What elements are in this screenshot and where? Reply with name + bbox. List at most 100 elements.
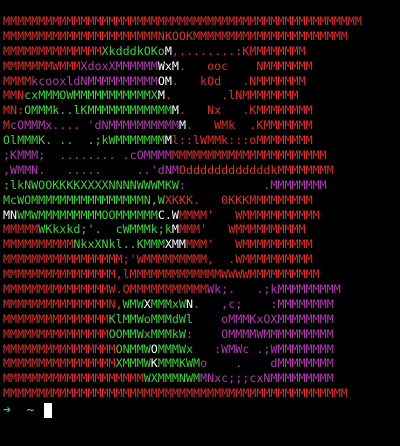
art-segment: MMMMMMMMMMMMMMM bbox=[3, 326, 109, 341]
ascii-art-block: MMMMMMMMMMMMMMMMMMMMMMMMMMMMMMMMMMMMMMMM… bbox=[3, 14, 362, 401]
art-segment: WMWMMMMMMMMMOOMMMMMM bbox=[17, 207, 158, 222]
art-segment: OlMMMK. .. .;kWMMMMMMM bbox=[3, 133, 165, 148]
art-segment: MN: bbox=[3, 103, 25, 118]
art-segment: MMMxW bbox=[150, 296, 186, 311]
art-line: MMNcxMMMOWMMMMMMMMMMMXM. .lNMMMMMMMM bbox=[3, 88, 362, 103]
text-cursor bbox=[44, 403, 53, 418]
art-line: MMMMkcooxldNMMMMMMMMMMOM. kOd .NMMMMMMM bbox=[3, 74, 362, 89]
art-segment: MMMMMMMMMMMMMMMMM;'WMMMMMMMMM, .WMMMMMMM… bbox=[3, 252, 313, 267]
art-segment: cxMMMOWMMMMMMMMMMMX bbox=[24, 88, 158, 103]
art-segment: MMN bbox=[3, 88, 25, 103]
terminal-window[interactable]: MMMMMMMMMMMMMMMMMMMMMMMMMMMMMMMMMMMMMMMM… bbox=[0, 0, 400, 446]
art-line: McOMMMx.... 'dNMMMMMMMMMMM. WMk .KMMMMMM… bbox=[3, 118, 362, 133]
art-segment: M bbox=[164, 43, 172, 58]
art-segment: MMMM' WMMMMMMMMMMM bbox=[178, 207, 320, 222]
art-segment: XdoxXMMMMMM bbox=[80, 58, 158, 73]
art-segment: . .lNMMMMMMMM bbox=[164, 88, 299, 103]
art-segment: ,WMMN. ..... ..'dNM bbox=[3, 162, 179, 177]
art-segment: N bbox=[185, 296, 194, 311]
art-segment: MNxc;;;cxNMMMMMMMMM bbox=[200, 371, 334, 386]
art-segment: ,........:KMMMMMMMM bbox=[171, 43, 306, 58]
art-line: MMMMMMMWMMMXdoxXMMMMMMWxM. ooc NMMMMMMM bbox=[3, 59, 362, 74]
art-segment: MMMMMMMMMMMMMMM bbox=[3, 311, 109, 326]
art-segment: WxM bbox=[157, 58, 179, 73]
art-segment: OM bbox=[157, 73, 172, 88]
art-line: MN:OMMMk..lKMMMMMMMMMMMMM. Nx .KMMMMMMMM bbox=[3, 103, 362, 118]
art-segment: MMMMMMMMMM bbox=[3, 237, 74, 252]
art-segment: M bbox=[3, 118, 11, 133]
art-line: OlMMMK. .. .;kWMMMMMMMMl::lWMMk:::oMMMMM… bbox=[3, 133, 362, 148]
art-line: MMMMMMMMMMMMMMMN,WMWXMMMxWN. ,c; :MMMMMM… bbox=[3, 297, 362, 312]
art-segment: XkdddkOKo bbox=[101, 43, 165, 58]
art-segment: MN bbox=[3, 207, 18, 222]
art-segment: XKKK. 0KKKMMMMMMMMM bbox=[164, 192, 313, 207]
shell-prompt[interactable]: ➜ ~ bbox=[3, 402, 53, 419]
art-segment: NkxXNkl..KMMM bbox=[73, 237, 165, 252]
art-segment: M bbox=[157, 88, 165, 103]
art-segment: M bbox=[171, 222, 179, 237]
art-segment: K bbox=[150, 356, 158, 371]
art-segment: KlMMWoMMMdWl bbox=[108, 311, 194, 326]
art-segment: o . dMMMMMMMM bbox=[200, 356, 334, 371]
art-segment: M bbox=[171, 103, 179, 118]
prompt-path: ~ bbox=[26, 403, 35, 418]
art-segment: MMMWx bbox=[157, 341, 194, 356]
art-segment: OddddddddddddkMMMMMMMM bbox=[178, 162, 334, 177]
art-segment: OOMMWxMMMkW bbox=[108, 326, 186, 341]
art-line: MMMMMMMMMMMMMMMMXMMMWKMMMKWMo . dMMMMMMM… bbox=[3, 356, 362, 371]
art-line: MMMMMMMMMMMMMMMMMMMMWXMMMNWMMNxc;;;cxNMM… bbox=[3, 371, 362, 386]
art-segment: M bbox=[164, 133, 172, 148]
art-segment: MMMM bbox=[3, 73, 32, 88]
art-line: MMMMMMMMMMMMMMMMMMMMMMMMMMMMMMMMMMMMMMMM… bbox=[3, 14, 362, 29]
art-line: MMMMMMMMMMMMMMMKlMMWoMMMdWl oMMMKxOXMMMM… bbox=[3, 312, 362, 327]
art-segment: MMMMMMMMMMMMMMMW.OMMMMMMMMMMM bbox=[3, 282, 208, 297]
art-segment: MMMMMMMMMMMMMMMM bbox=[3, 341, 116, 356]
art-segment: WKkxkd;'. cWMMMk;k bbox=[38, 222, 172, 237]
art-segment: McWOMMMMMMMMMMMMMMMMN,W bbox=[3, 192, 165, 207]
art-segment: MMMMMMMMMMMMMMMMMMMMMMMMMMMMMMMMMMMMMMMM… bbox=[3, 14, 362, 28]
art-segment: XMM bbox=[164, 237, 186, 252]
art-segment: X bbox=[143, 296, 151, 311]
art-line: ,WMMN. ..... ..'dNMOddddddddddddkMMMMMMM… bbox=[3, 163, 362, 178]
art-segment: MMMMMMMMMMMMMMMMMMMMMMMMMMMMMMMMMMMMMMMM… bbox=[3, 386, 348, 401]
art-segment: MMMKWM bbox=[157, 356, 201, 371]
art-segment: : OMMMMWMMMMMMMMMM bbox=[185, 326, 334, 341]
art-line: MMMMMMMMMMMMMMMM,lMMMMMMMMMMMMMWWWWMMMMM… bbox=[3, 267, 362, 282]
art-segment: : .MMMMMMMM bbox=[178, 177, 327, 192]
art-segment: . WMk .KMMMMMMM bbox=[185, 118, 313, 133]
art-segment: M bbox=[178, 118, 186, 133]
art-line: MMMMMMMMMMMMMMMW.OMMMMMMMMMMMWk;. .;kMMM… bbox=[3, 282, 362, 297]
art-line: :lkNWOOKKKKXXXXNNNNWWWMKW: .MMMMMMMM bbox=[3, 178, 362, 193]
art-segment: :lkNWOOKKKKXXXXNNNNWWWMKW bbox=[3, 177, 179, 192]
art-segment: C.W bbox=[157, 207, 179, 222]
art-line: ;KMMM; ........ .cOMMMMMMMMMMMMMMMMMMMMM… bbox=[3, 148, 362, 163]
art-line: MMMMMMMMMMMMMMMMONMMWOMMMWx :WMWc .;WMMM… bbox=[3, 342, 362, 357]
art-segment: MMM' WMMMMMMMMMM bbox=[178, 222, 306, 237]
art-line: McWOMMMMMMMMMMMMMMMMN,WXKKK. 0KKKMMMMMMM… bbox=[3, 193, 362, 208]
art-segment: . kOd .NMMMMMMM bbox=[171, 73, 306, 88]
art-segment: kcooxldNMMMMMMMMMM bbox=[31, 73, 158, 88]
art-line: MMMMMMMMMMMMMMMMMMMMMMNKOOKMMMMMMMMMMMMM… bbox=[3, 29, 362, 44]
art-segment: cOMMMx.... 'dNMMMMMMMMMM bbox=[10, 118, 179, 133]
art-segment: MMMMMMMWMMM bbox=[3, 58, 81, 73]
art-segment: MMMMMMMMMMMMMM bbox=[3, 43, 102, 58]
prompt-arrow-icon: ➜ bbox=[3, 403, 11, 418]
art-segment: ;KMMM; ........ .cOMMMM bbox=[3, 148, 172, 163]
art-segment: WXMMMNWM bbox=[143, 371, 201, 386]
art-segment: MMMMMMMMMMMMMMMM bbox=[3, 356, 116, 371]
art-segment: MMM' WMMMMMMMMMM bbox=[185, 237, 313, 252]
art-segment: MMMMMMMMMMMMMMMMMMMMMMNKOOKMMMMMMMMMMMMM… bbox=[3, 28, 348, 43]
art-segment: :WMWc .;WMMMMMMMM bbox=[193, 341, 334, 356]
art-line: MMMMMMMMMMNkxXNkl..KMMMXMMMMM' WMMMMMMMM… bbox=[3, 237, 362, 252]
art-line: MMMMMMMMMMMMMMXkdddkOKoM,........:KMMMMM… bbox=[3, 44, 362, 59]
art-segment: MMMMM bbox=[3, 222, 39, 237]
art-segment: Wk;. .;kMMMMMMMMM bbox=[207, 282, 341, 297]
art-segment: . ooc NMMMMMMM bbox=[178, 58, 313, 73]
art-line: MMMMMMMMMMMMMMMMM;'WMMMMMMMMM, .WMMMMMMM… bbox=[3, 252, 362, 267]
art-segment: MMMMMMMMMMMMMMMMMMMMMM bbox=[171, 148, 327, 163]
art-line: MMMMMMMMMMMMMMMMMMMMMMMMMMMMMMMMMMMMMMMM… bbox=[3, 386, 362, 401]
art-segment: l::lWMMk:::oMMMMMMMM bbox=[171, 133, 313, 148]
art-line: MNWMWMMMMMMMMMOOMMMMMMC.WMMMM' WMMMMMMMM… bbox=[3, 208, 362, 223]
art-segment: . ,c; :MMMMMMMM bbox=[193, 296, 334, 311]
art-line: MMMMMMMMMMMMMMMOOMMWxMMMkW: OMMMMWMMMMMM… bbox=[3, 327, 362, 342]
